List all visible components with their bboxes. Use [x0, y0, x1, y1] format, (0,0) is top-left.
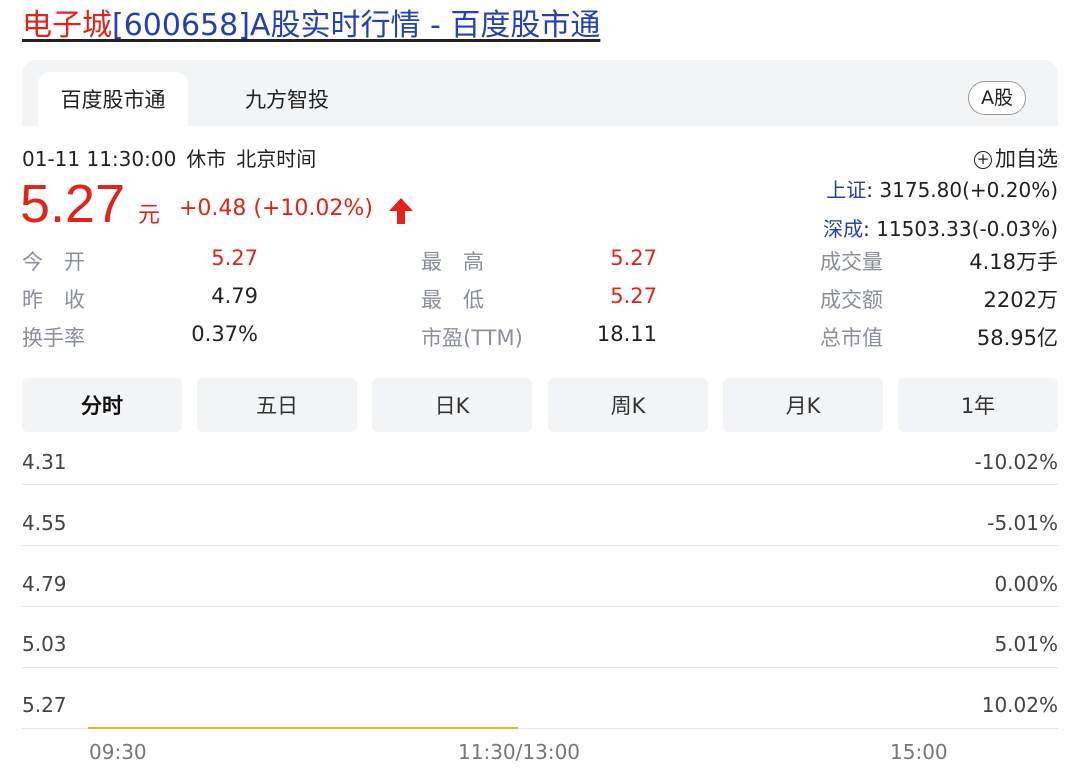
y-left-tick: 4.55 [22, 511, 67, 535]
index-name-shanghai[interactable]: 上证 [826, 178, 866, 202]
tab-five-day[interactable]: 五日 [197, 378, 357, 432]
stat-value-pe: 18.11 [596, 322, 657, 346]
stat-label-market-cap: 总市值 [820, 326, 883, 350]
y-left-tick: 5.03 [22, 632, 67, 656]
stat-label-pe: 市盈(TTM) [421, 326, 523, 350]
grid-line [22, 545, 1058, 546]
grid-line [22, 484, 1058, 485]
index-name-shenzhen[interactable]: 深成 [823, 217, 863, 241]
index-value-shanghai: : 3175.80(+0.20%) [866, 178, 1058, 202]
add-watchlist-label: 加自选 [995, 147, 1058, 171]
market-badge[interactable]: A股 [968, 81, 1026, 115]
y-right-tick: 10.02% [981, 693, 1058, 717]
tab-jiufang[interactable]: 九方智投 [212, 72, 362, 126]
stat-label-open: 今 开 [22, 250, 85, 274]
stat-label-turnover-rate: 换手率 [22, 326, 85, 350]
title-rest-link[interactable]: [600658]A股实时行情 - 百度股市通 [112, 8, 600, 43]
stat-value-turnover: 2202万 [983, 288, 1058, 312]
tab-monthly-k[interactable]: 月K [723, 378, 883, 432]
tab-daily-k[interactable]: 日K [372, 378, 532, 432]
stat-value-prev-close: 4.79 [211, 284, 258, 308]
y-right-tick: 0.00% [994, 572, 1058, 596]
stat-label-high: 最 高 [421, 250, 484, 274]
tab-weekly-k[interactable]: 周K [548, 378, 708, 432]
x-tick-open: 09:30 [89, 740, 147, 764]
stock-name-link[interactable]: 电子城 [22, 8, 112, 43]
price-series-line [88, 727, 518, 729]
y-right-tick: -10.02% [974, 450, 1058, 474]
x-tick-midday: 11:30/13:00 [458, 740, 581, 764]
stat-value-volume: 4.18万手 [969, 250, 1058, 274]
grid-line [22, 606, 1058, 607]
stat-label-turnover: 成交额 [820, 288, 883, 312]
tab-one-year[interactable]: 1年 [898, 378, 1058, 432]
period-tabs: 分时 五日 日K 周K 月K 1年 [22, 378, 1058, 432]
stat-label-low: 最 低 [421, 288, 484, 312]
tab-intraday[interactable]: 分时 [22, 378, 182, 432]
y-left-tick: 4.31 [22, 450, 67, 474]
add-watchlist-button[interactable]: + 加自选 [974, 143, 1058, 173]
trading-state: 休市 [186, 147, 227, 171]
price-unit: 元 [138, 203, 161, 228]
source-tabs: 百度股市通 九方智投 A股 [22, 60, 1058, 126]
stat-value-turnover-rate: 0.37% [191, 322, 258, 346]
y-left-tick: 4.79 [22, 572, 67, 596]
price-change: +0.48 (+10.02%) [179, 196, 373, 221]
stat-value-market-cap: 58.95亿 [976, 326, 1058, 350]
grid-line [22, 667, 1058, 668]
x-tick-close: 15:00 [890, 740, 948, 764]
timezone-label: 北京时间 [236, 147, 317, 171]
y-left-tick: 5.27 [22, 693, 67, 717]
current-price: 5.27 [20, 174, 126, 234]
market-status: 01-11 11:30:00 休市 北京时间 [22, 143, 326, 172]
plus-circle-icon: + [974, 151, 992, 169]
stat-label-volume: 成交量 [820, 250, 883, 274]
stat-value-open: 5.27 [211, 246, 258, 270]
up-arrow-icon [389, 198, 413, 224]
index-shenzhen[interactable]: 深成: 11503.33(-0.03%) [823, 213, 1058, 242]
tab-baidu[interactable]: 百度股市通 [38, 72, 188, 126]
index-value-shenzhen: : 11503.33(-0.03%) [863, 217, 1058, 241]
y-right-tick: -5.01% [987, 511, 1058, 535]
y-right-tick: 5.01% [994, 632, 1058, 656]
stat-value-high: 5.27 [610, 246, 657, 270]
page-title[interactable]: 电子城[600658]A股实时行情 - 百度股市通 [22, 6, 600, 46]
stat-label-prev-close: 昨 收 [22, 288, 85, 312]
stat-value-low: 5.27 [610, 284, 657, 308]
index-shanghai[interactable]: 上证: 3175.80(+0.20%) [826, 174, 1058, 203]
quote-datetime: 01-11 11:30:00 [22, 147, 177, 171]
